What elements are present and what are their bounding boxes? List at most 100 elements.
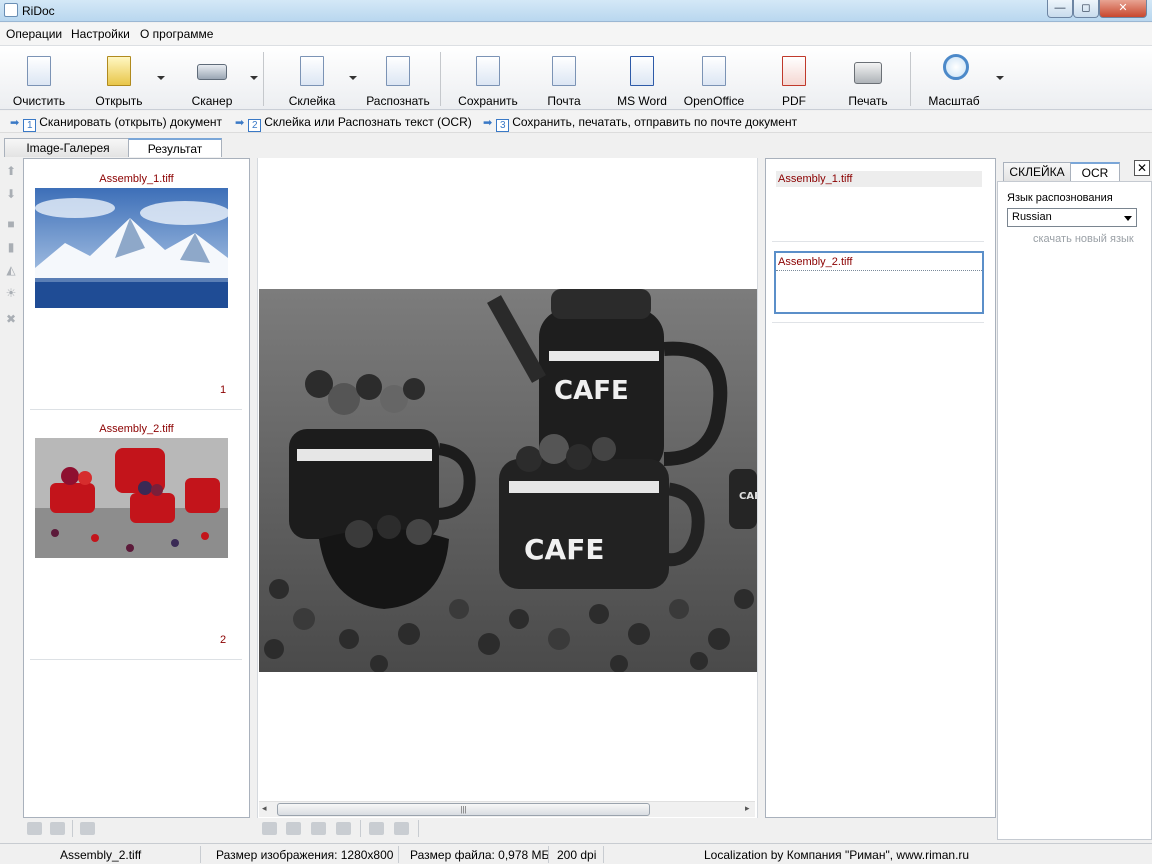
glue-button[interactable]: Склейка (281, 50, 343, 108)
step-2-link[interactable]: ➡ 2 Склейка или Распознать текст (OCR) (235, 115, 472, 132)
recognize-button[interactable]: Распознать (366, 50, 430, 108)
tool-separator (360, 820, 361, 837)
clear-button[interactable]: Очистить (8, 50, 70, 108)
text-item-name[interactable]: Assembly_1.tiff (778, 173, 852, 185)
viewer-tool-icon[interactable] (262, 822, 277, 835)
tab-image-gallery[interactable]: Image-Галерея (4, 138, 132, 157)
zoom-button[interactable]: Масштаб (925, 50, 983, 108)
cafe-text-teapot: CAFE (554, 376, 629, 406)
toolbar-separator (263, 52, 264, 106)
arrow-down-icon[interactable]: ⬇ (4, 187, 18, 201)
viewer-tool-icon[interactable] (336, 822, 351, 835)
menu-bar: Операции Настройки О программе (0, 23, 1152, 45)
gallery-item-number: 1 (220, 384, 227, 396)
menu-operations[interactable]: Операции (6, 27, 62, 41)
gallery-divider (30, 409, 242, 410)
zoom-dropdown-arrow[interactable] (996, 76, 1004, 80)
gallery-item-name[interactable]: Assembly_2.tiff (24, 423, 249, 435)
scroll-left-icon[interactable]: ◂ (262, 803, 267, 814)
step-number: 2 (248, 119, 262, 132)
blank-page-icon (27, 56, 51, 86)
status-separator (548, 846, 549, 863)
viewer-tool-icon[interactable] (369, 822, 384, 835)
tab-ocr[interactable]: OCR (1070, 162, 1120, 181)
title-bar[interactable] (0, 0, 1152, 22)
status-localization: Localization by Компания "Риман", www.ri… (704, 848, 970, 862)
gallery-item-name[interactable]: Assembly_1.tiff (24, 173, 249, 185)
minimize-button[interactable]: — (1047, 0, 1073, 18)
close-button[interactable]: ✕ (1099, 0, 1147, 18)
ms-word-button[interactable]: MS Word (612, 50, 672, 108)
step-number: 3 (496, 119, 510, 132)
ocr-settings (997, 181, 1152, 840)
cafe-text-edge: CAFE (739, 491, 757, 502)
step-3-link[interactable]: ➡ 3 Сохранить, печатать, отправить по почт… (483, 115, 797, 132)
gallery-tool-icon[interactable] (80, 822, 95, 835)
viewer-tool-icon[interactable] (286, 822, 301, 835)
save-label: Сохранить (458, 94, 518, 108)
status-bar: Assembly_2.tiff Размер изображения: 1280… (0, 843, 1152, 864)
open-button[interactable]: Открыть (88, 50, 150, 108)
delete-icon[interactable]: ✖ (4, 312, 18, 326)
open-dropdown-arrow[interactable] (157, 76, 165, 80)
printer-icon (854, 62, 882, 84)
scanner-icon (197, 64, 227, 80)
word-document-icon (630, 56, 654, 86)
step-1-link[interactable]: ➡ 1 Сканировать (открыть) документ (10, 115, 222, 132)
pdf-button[interactable]: PDF (765, 50, 823, 108)
menu-about[interactable]: О программе (140, 27, 213, 41)
toolbar: Очистить Открыть Сканер Склейка Распозна… (0, 45, 1152, 110)
scanner-button[interactable]: Сканер (181, 50, 243, 108)
window-title: RiDoc (22, 4, 55, 18)
recognized-text-panel: Assembly_1.tiff Assembly_2.tiff (765, 158, 996, 818)
pdf-label: PDF (782, 94, 806, 108)
gallery-thumbnail-berries[interactable] (35, 438, 228, 558)
arrow-right-icon: ➡ (10, 117, 20, 129)
steps-bar: ➡ 1 Сканировать (открыть) документ ➡ 2 Склей… (0, 111, 1152, 133)
download-language-link[interactable]: скачать новый язык (1033, 233, 1134, 245)
language-label: Язык распознования (1007, 192, 1113, 204)
glue-dropdown-arrow[interactable] (349, 76, 357, 80)
tab-glue[interactable]: СКЛЕЙКА (1003, 162, 1071, 181)
status-file-name: Assembly_2.tiff (60, 848, 142, 862)
viewer-tool-icon[interactable] (394, 822, 409, 835)
save-button[interactable]: Сохранить (456, 50, 520, 108)
status-separator (200, 846, 201, 863)
gallery-tool-icon[interactable] (50, 822, 65, 835)
mail-icon (552, 56, 576, 86)
image-preview-grayscale[interactable]: CAFE CAFE CAFE (259, 289, 757, 672)
clipboard-icon[interactable]: ▮ (4, 240, 18, 254)
recognize-label: Распознать (366, 94, 430, 108)
app-icon (4, 3, 18, 17)
text-item-divider (772, 241, 984, 242)
viewer-tool-icon[interactable] (311, 822, 326, 835)
scanner-dropdown-arrow[interactable] (250, 76, 258, 80)
chevron-down-icon (1124, 216, 1132, 221)
open-folder-icon (107, 56, 131, 86)
status-separator (603, 846, 604, 863)
text-item-divider (772, 322, 984, 323)
print-button[interactable]: Печать (840, 50, 896, 108)
tab-result[interactable]: Результат (128, 138, 222, 157)
rotate-icon[interactable]: ◭ (4, 263, 18, 277)
scroll-right-icon[interactable]: ▸ (745, 803, 750, 814)
maximize-button[interactable]: ◻ (1073, 0, 1099, 18)
save-disk-icon (476, 56, 500, 86)
scrollbar-thumb[interactable]: ||| (277, 803, 650, 816)
square-icon[interactable]: ■ (4, 217, 18, 231)
arrow-right-icon: ➡ (483, 117, 493, 129)
language-select[interactable]: Russian (1007, 208, 1137, 227)
glue-label: Склейка (288, 94, 336, 108)
openoffice-button[interactable]: OpenOffice (683, 50, 745, 108)
mail-button[interactable]: Почта (535, 50, 593, 108)
gallery-tool-icon[interactable] (27, 822, 42, 835)
brightness-icon[interactable]: ☀ (4, 286, 18, 300)
gallery-thumbnail-mountains[interactable] (35, 188, 228, 308)
scanner-label: Сканер (191, 94, 233, 108)
text-item-selected[interactable]: Assembly_2.tiff (774, 251, 984, 314)
arrow-up-icon[interactable]: ⬆ (4, 164, 18, 178)
text-item-name[interactable]: Assembly_2.tiff (778, 256, 852, 268)
openoffice-document-icon (702, 56, 726, 86)
close-panel-icon[interactable]: ✕ (1134, 160, 1150, 176)
menu-settings[interactable]: Настройки (71, 27, 130, 41)
